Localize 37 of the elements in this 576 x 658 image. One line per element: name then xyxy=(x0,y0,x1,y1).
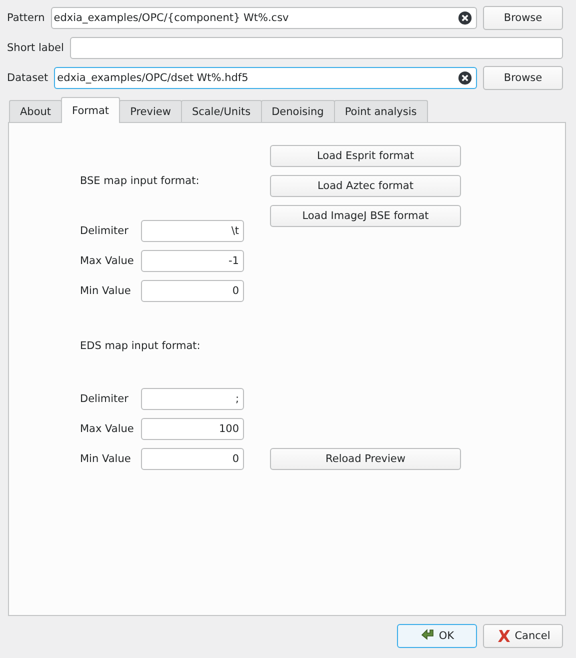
tab[interactable]: Point analysis xyxy=(334,100,428,122)
text-field[interactable] xyxy=(70,37,563,59)
ok-button[interactable]: OK xyxy=(397,624,477,648)
browse-button[interactable]: Browse xyxy=(483,6,563,30)
reload-button[interactable]: Reload Preview xyxy=(270,448,461,470)
browse-button[interactable]: Browse xyxy=(483,66,563,90)
load-button[interactable]: Load Aztec format xyxy=(270,175,461,197)
field-label: Delimiter xyxy=(80,225,130,237)
section-heading: EDS map input format: xyxy=(80,340,202,352)
number-field[interactable]: ; xyxy=(141,388,244,410)
load-button[interactable]: Load Esprit format xyxy=(270,145,461,167)
load-button[interactable]: Load ImageJ BSE format xyxy=(270,205,461,227)
field-label: Min Value xyxy=(80,285,132,297)
clear-icon[interactable] xyxy=(458,11,472,25)
field-label: Pattern xyxy=(7,12,45,24)
tab[interactable]: Denoising xyxy=(260,100,335,122)
number-field[interactable]: 0 xyxy=(141,448,244,470)
tab[interactable]: Preview xyxy=(119,100,182,122)
tab[interactable]: Format xyxy=(61,97,120,123)
tab[interactable]: Scale/Units xyxy=(180,100,262,122)
field-label: Short label xyxy=(7,42,64,54)
text-field[interactable]: edxia_examples/OPC/dset Wt%.hdf5 xyxy=(54,67,477,89)
number-field[interactable]: 0 xyxy=(141,280,244,302)
field-label: Max Value xyxy=(80,255,135,267)
field-label: Dataset xyxy=(7,72,48,84)
number-field[interactable]: -1 xyxy=(141,250,244,272)
field-label: Min Value xyxy=(80,453,132,465)
tab[interactable]: About xyxy=(9,100,62,122)
cross-icon xyxy=(496,628,512,644)
cancel-button[interactable]: Cancel xyxy=(483,624,563,648)
text-field[interactable]: edxia_examples/OPC/{component} Wt%.csv xyxy=(50,7,477,29)
clear-icon[interactable] xyxy=(458,71,472,85)
field-label: Delimiter xyxy=(80,393,130,405)
number-field[interactable]: 100 xyxy=(141,418,244,440)
section-heading: BSE map input format: xyxy=(80,175,200,187)
number-field[interactable]: \t xyxy=(141,220,244,242)
field-label: Max Value xyxy=(80,423,135,435)
